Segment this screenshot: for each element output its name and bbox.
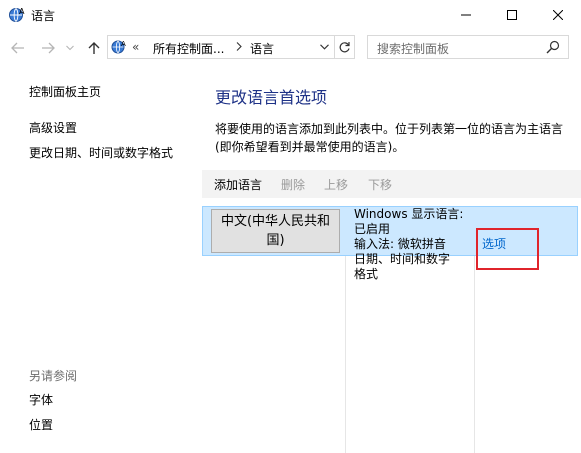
address-overflow-chevron[interactable]: « bbox=[132, 40, 139, 54]
navigation-bar: A « 所有控制面... 语言 搜索控制面板 bbox=[0, 30, 581, 66]
forward-arrow-icon[interactable] bbox=[40, 40, 56, 56]
language-app-icon: A bbox=[8, 6, 26, 24]
add-language-button[interactable]: 添加语言 bbox=[214, 176, 262, 193]
language-details: Windows 显示语言: 已启用 输入法: 微软拼音 日期、时间和数字 格式 bbox=[354, 207, 474, 282]
sidebar-advanced-settings[interactable]: 高级设置 bbox=[29, 119, 77, 136]
search-input[interactable]: 搜索控制面板 bbox=[377, 40, 449, 57]
up-arrow-icon[interactable] bbox=[86, 40, 102, 56]
language-toolbar: 添加语言 删除 上移 下移 bbox=[202, 170, 581, 198]
breadcrumb-all-control-panel[interactable]: 所有控制面... bbox=[153, 40, 224, 57]
language-detail-line: 输入法: 微软拼音 bbox=[354, 237, 446, 251]
language-detail-line: 已启用 bbox=[354, 222, 391, 236]
recent-locations-chevron-icon[interactable] bbox=[64, 40, 76, 56]
back-arrow-icon[interactable] bbox=[10, 40, 26, 56]
svg-text:A: A bbox=[19, 7, 25, 16]
move-up-button[interactable]: 上移 bbox=[324, 176, 348, 193]
address-dropdown-chevron-icon[interactable] bbox=[316, 38, 332, 56]
sidebar-see-also-heading: 另请参阅 bbox=[29, 369, 78, 383]
move-down-button[interactable]: 下移 bbox=[368, 176, 392, 193]
address-bar[interactable]: A « 所有控制面... 语言 bbox=[107, 35, 355, 59]
close-button[interactable] bbox=[535, 0, 581, 30]
remove-language-button[interactable]: 删除 bbox=[281, 176, 305, 193]
page-description: 将要使用的语言添加到此列表中。位于列表第一位的语言为主语言(即你希望看到并最常使… bbox=[215, 122, 564, 154]
sidebar-control-panel-home[interactable]: 控制面板主页 bbox=[29, 83, 101, 100]
window-title: 语言 bbox=[31, 9, 56, 23]
options-highlight-box bbox=[476, 228, 539, 270]
maximize-button[interactable] bbox=[489, 0, 535, 30]
title-bar: A 语言 bbox=[0, 0, 581, 30]
breadcrumb-separator-icon[interactable] bbox=[234, 39, 244, 53]
language-detail-line: 日期、时间和数字 bbox=[354, 252, 451, 266]
sidebar-change-date-time-format[interactable]: 更改日期、时间或数字格式 bbox=[29, 144, 173, 161]
language-detail-line: 格式 bbox=[354, 267, 379, 281]
language-detail-line: Windows 显示语言: bbox=[354, 207, 464, 221]
control-panel-icon: A bbox=[111, 39, 129, 55]
sidebar-fonts-link[interactable]: 字体 bbox=[29, 391, 53, 408]
search-box[interactable]: 搜索控制面板 bbox=[367, 35, 569, 59]
sidebar-location-link[interactable]: 位置 bbox=[29, 416, 53, 433]
breadcrumb-language[interactable]: 语言 bbox=[250, 40, 274, 57]
language-name-button[interactable]: 中文(中华人民共和国) bbox=[211, 209, 340, 253]
refresh-icon[interactable] bbox=[334, 36, 354, 58]
minimize-button[interactable] bbox=[443, 0, 489, 30]
search-icon[interactable] bbox=[546, 40, 560, 54]
page-title: 更改语言首选项 bbox=[215, 88, 328, 107]
svg-text:A: A bbox=[121, 40, 126, 48]
